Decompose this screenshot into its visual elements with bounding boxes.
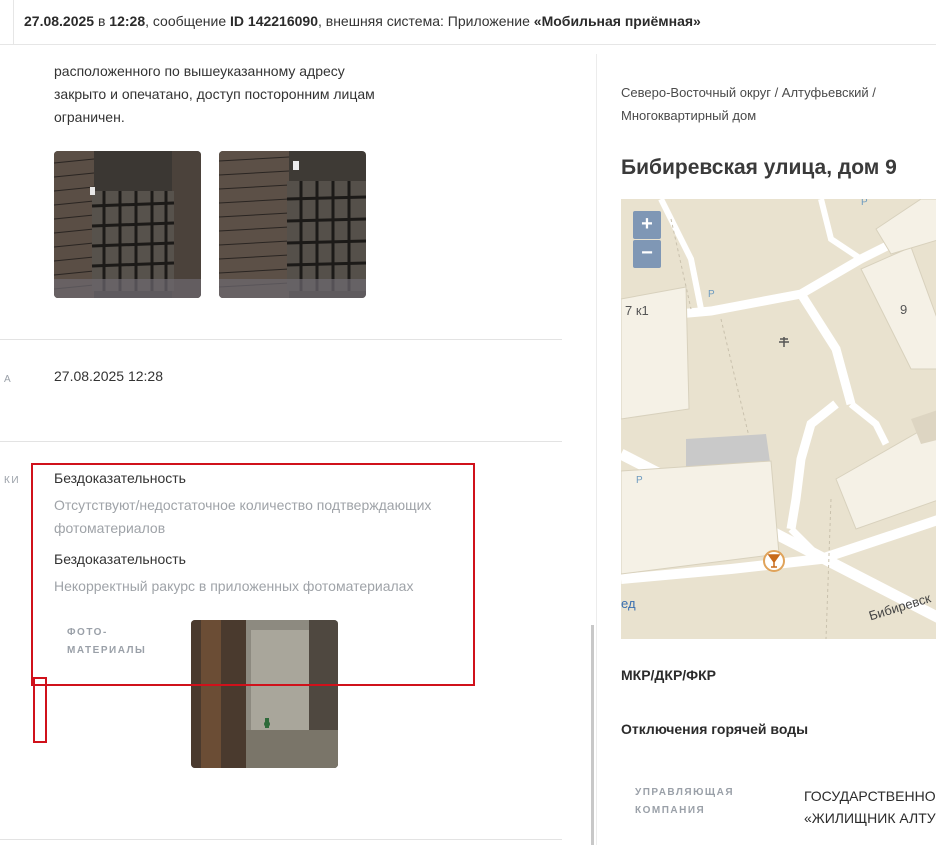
street-label: ед <box>621 596 636 611</box>
description-line: расположенного по вышеуказанному адресу <box>54 63 345 79</box>
section-divider <box>0 339 562 340</box>
message-header: 27.08.2025 в 12:28, сообщение ID 1422160… <box>0 0 936 45</box>
message-description: расположенного по вышеуказанному адресу … <box>54 60 434 129</box>
address-title: Бибиревская улица, дом 9 <box>621 156 897 179</box>
parking-icon: P <box>636 475 643 486</box>
address-panel: Северо-Восточный округ / Алтуфьевский / … <box>597 54 936 845</box>
uk-label-line: УПРАВЛЯЮЩАЯ <box>635 787 735 798</box>
highlight-box-small <box>33 677 47 743</box>
header-time: 12:28 <box>109 13 146 29</box>
section-hot-water-heading: Отключения горячей воды <box>621 721 809 737</box>
uk-value-line: «ЖИЛИЩНИК АЛТУФЬЕВСКОГО <box>804 810 936 826</box>
description-line: ограничен. <box>54 109 125 125</box>
date-field-value: 27.08.2025 12:28 <box>54 368 163 384</box>
building-label: 7 к1 <box>625 303 649 318</box>
breadcrumb-line: Северо-Восточный округ / Алтуфьевский / <box>621 85 876 100</box>
parking-icon: P <box>708 289 715 300</box>
header-divider <box>13 0 14 44</box>
management-company-value: ГОСУДАРСТВЕННОЕ «ЖИЛИЩНИК АЛТУФЬЕВСКОГО <box>804 785 936 829</box>
header-message-id: ID 142216090 <box>230 13 318 29</box>
section-divider <box>0 839 562 840</box>
zoom-in-button[interactable]: + <box>633 211 661 239</box>
zoom-out-button[interactable]: − <box>633 240 661 268</box>
breadcrumb-line: Многоквартирный дом <box>621 108 757 123</box>
section-divider <box>0 441 562 442</box>
message-photo-1[interactable] <box>54 151 201 298</box>
header-date: 27.08.2025 <box>24 13 95 29</box>
header-in-word: в <box>97 13 106 29</box>
scrollbar[interactable] <box>591 625 594 845</box>
message-details-panel: расположенного по вышеуказанному адресу … <box>0 54 575 845</box>
building-label: 9 <box>900 302 908 317</box>
header-message-prefix: , сообщение <box>145 13 227 29</box>
parking-icon: P <box>861 199 868 208</box>
date-field-label: А <box>4 374 13 385</box>
verdict-field-label: КИ <box>4 475 21 486</box>
header-external-prefix: , внешняя система: Приложение <box>317 13 530 29</box>
description-line: закрыто и опечатано, доступ посторонним … <box>54 86 375 102</box>
map[interactable]: 7 к1 9 P P P ед Бибиревск + − <box>621 199 936 639</box>
header-app-name: «Мобильная приёмная» <box>533 13 701 29</box>
breadcrumb: Северо-Восточный округ / Алтуфьевский / … <box>621 81 876 127</box>
highlight-box <box>31 463 475 686</box>
management-company-label: УПРАВЛЯЮЩАЯ КОМПАНИЯ <box>635 784 734 820</box>
uk-label-line: КОМПАНИЯ <box>635 805 706 816</box>
section-mkr-heading: МКР/ДКР/ФКР <box>621 667 717 683</box>
message-photo-2[interactable] <box>219 151 366 298</box>
header-text: 27.08.2025 в 12:28, сообщение ID 1422160… <box>24 13 701 29</box>
uk-value-line: ГОСУДАРСТВЕННОЕ <box>804 788 936 804</box>
